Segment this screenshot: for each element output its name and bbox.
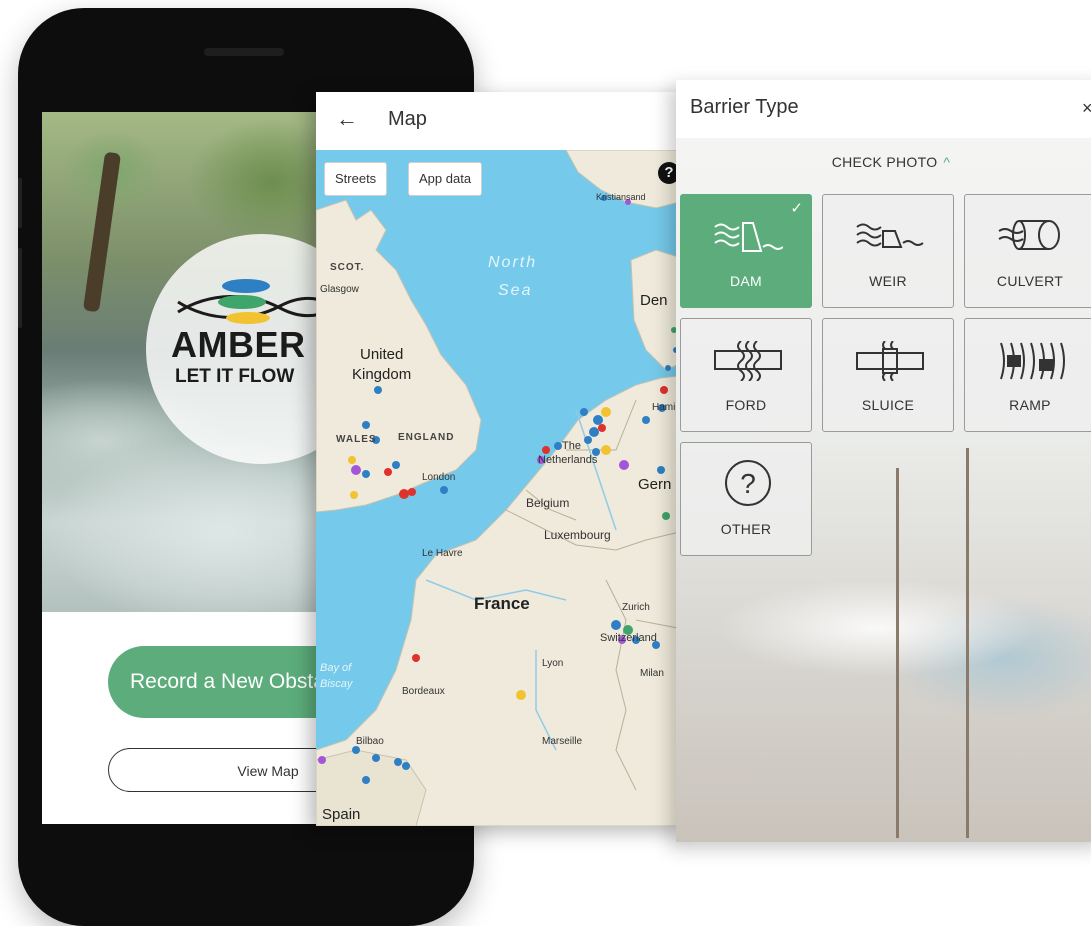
barrier-type-screen: Barrier Type × CHECK PHOTO ^ ✓ DAM WEIR … (676, 80, 1091, 842)
map-label: Kingdom (352, 366, 412, 383)
check-photo-label: CHECK PHOTO (831, 154, 938, 170)
barrier-header: Barrier Type × (676, 80, 1091, 139)
tile-label: WEIR (869, 273, 907, 289)
tree-trunk (82, 151, 122, 313)
map-label: SCOT. (330, 262, 365, 273)
map-label: Kristiansand (596, 192, 646, 202)
ramp-icon (1000, 342, 1065, 380)
map-label: Biscay (320, 678, 353, 690)
tile-label: CULVERT (996, 273, 1064, 289)
streets-layer-chip[interactable]: Streets (324, 162, 388, 196)
map-label: Netherlands (538, 454, 598, 466)
map-label: Sea (498, 282, 533, 299)
tile-label: RAMP (1009, 397, 1051, 413)
culvert-icon (998, 220, 1060, 250)
barrier-tile-culvert[interactable]: CULVERT (964, 194, 1091, 308)
map-header: ← Map (316, 92, 688, 151)
phone-speaker (204, 48, 284, 56)
ford-icon (714, 341, 782, 381)
map-screen: ← Map Streets App data ? Kristiansand SC… (316, 92, 688, 826)
tile-label: DAM (729, 273, 762, 289)
barrier-tile-ramp[interactable]: RAMP (964, 318, 1091, 432)
map-label: North (488, 254, 538, 271)
check-photo-toggle[interactable]: CHECK PHOTO ^ (676, 154, 1091, 170)
map-label: London (422, 472, 456, 483)
map-label: Gern (638, 476, 672, 493)
arrow-left-icon[interactable]: ← (336, 106, 358, 132)
map-label: Switzerland (600, 632, 657, 644)
map-label: Lyon (542, 658, 564, 669)
map-label: France (474, 594, 530, 613)
map-label: Bay of (320, 662, 352, 674)
europe-map-graphic (316, 150, 688, 826)
sluice-icon (856, 341, 924, 381)
map-label: United (360, 346, 404, 363)
tile-label: FORD (725, 397, 767, 413)
photo-branch (966, 448, 969, 838)
tile-label: OTHER (720, 521, 772, 537)
map-label: Belgium (526, 496, 570, 510)
question-circle-icon: ? (725, 460, 771, 506)
app-data-layer-chip[interactable]: App data (408, 162, 483, 196)
map-label: Zurich (622, 602, 650, 613)
map-label: Glasgow (320, 284, 359, 295)
svg-text:?: ? (740, 468, 756, 499)
close-icon[interactable]: × (1082, 98, 1091, 119)
phone-volume-button (18, 248, 22, 328)
weir-icon (856, 223, 924, 248)
map-label: Bordeaux (402, 686, 445, 697)
map-label: Marseille (542, 736, 583, 747)
phone-volume-button (18, 178, 22, 228)
check-mark-icon: ✓ (790, 200, 803, 217)
map-title: Map (388, 108, 427, 130)
map-label: Den (640, 292, 668, 309)
photo-branch (896, 468, 899, 838)
map-label: Le Havre (422, 548, 463, 559)
barrier-tile-other[interactable]: ? OTHER (680, 442, 812, 556)
tile-label: SLUICE (861, 397, 915, 413)
map-label: Hami (652, 402, 676, 413)
barrier-tile-ford[interactable]: FORD (680, 318, 812, 432)
map-label: Spain (322, 806, 361, 823)
map-label: Bilbao (356, 736, 384, 747)
barrier-photo-background: CHECK PHOTO ^ ✓ DAM WEIR CULVERT FORD SL… (676, 138, 1091, 842)
amber-logo-title: AMBER (171, 324, 306, 365)
map-canvas[interactable]: Streets App data ? Kristiansand SCOT. Gl… (316, 150, 688, 826)
map-label: The (562, 440, 581, 452)
map-label: Milan (640, 668, 664, 679)
barrier-type-title: Barrier Type (690, 96, 799, 118)
chevron-up-icon: ^ (943, 154, 951, 170)
map-label: Luxembourg (544, 528, 611, 542)
barrier-tile-sluice[interactable]: SLUICE (822, 318, 954, 432)
dam-icon (714, 222, 783, 252)
map-label: ENGLAND (398, 432, 455, 443)
barrier-tile-dam[interactable]: ✓ DAM (680, 194, 812, 308)
amber-logo-tagline: LET IT FLOW (175, 366, 295, 387)
barrier-tile-weir[interactable]: WEIR (822, 194, 954, 308)
map-label: WALES (336, 434, 377, 445)
